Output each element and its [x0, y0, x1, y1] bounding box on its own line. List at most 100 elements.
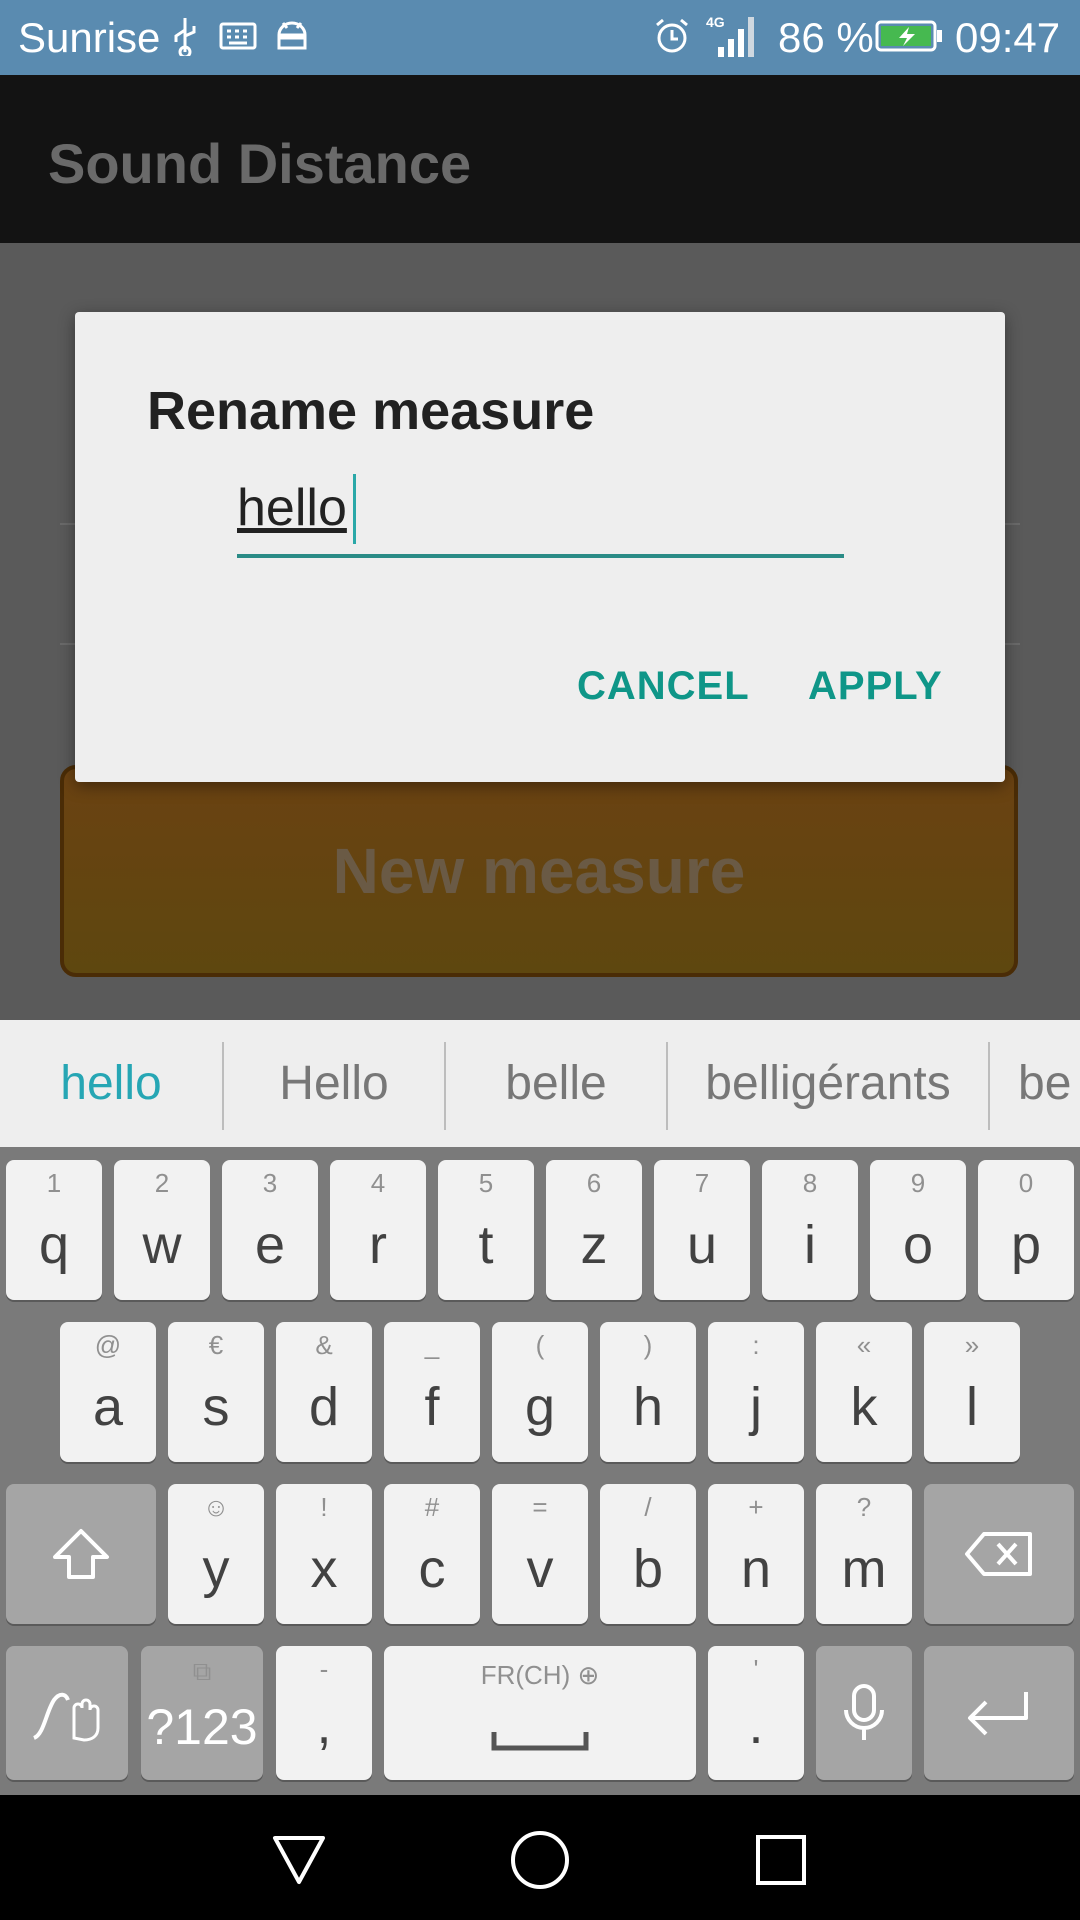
key-label: h	[632, 1377, 664, 1437]
key-hint: 3	[262, 1168, 278, 1198]
key-h[interactable]: ) h	[600, 1322, 696, 1462]
android-icon	[272, 14, 312, 58]
key-c[interactable]: # c	[384, 1484, 480, 1624]
key-w[interactable]: 2w	[114, 1160, 210, 1300]
key-q[interactable]: 1q	[6, 1160, 102, 1300]
app-title: Sound Distance	[48, 132, 472, 195]
battery-charging-icon	[874, 14, 944, 58]
text-cursor	[353, 474, 356, 544]
microphone-icon	[816, 1646, 912, 1780]
key-i[interactable]: 8i	[762, 1160, 858, 1300]
key-d[interactable]: & d	[276, 1322, 372, 1462]
key-e[interactable]: 3e	[222, 1160, 318, 1300]
key-label: p	[1010, 1215, 1042, 1275]
backspace-icon	[924, 1484, 1074, 1624]
symbols-key-label: ?123	[146, 1699, 258, 1755]
backspace-key[interactable]	[924, 1484, 1074, 1624]
key-l[interactable]: » l	[924, 1322, 1020, 1462]
key-s[interactable]: € s	[168, 1322, 264, 1462]
key-hint: 2	[154, 1168, 170, 1198]
key-label: r	[369, 1215, 387, 1275]
key-label: z	[580, 1215, 608, 1275]
new-measure-button[interactable]: New measure	[60, 765, 1018, 977]
key-hint: «	[856, 1330, 872, 1360]
key-label: q	[38, 1215, 70, 1275]
key-b[interactable]: / b	[600, 1484, 696, 1624]
key-hint: =	[532, 1492, 548, 1522]
enter-key[interactable]	[924, 1646, 1074, 1780]
key-hint: ?	[856, 1492, 872, 1522]
battery-percentage: 86 %	[778, 14, 874, 61]
swipe-gesture-key[interactable]	[6, 1646, 128, 1780]
key-hint: +	[748, 1492, 764, 1522]
key-x[interactable]: ! x	[276, 1484, 372, 1624]
clipboard-icon: ⧉	[192, 1656, 212, 1686]
comma-key-label: ,	[316, 1695, 332, 1755]
back-icon[interactable]	[264, 1825, 334, 1895]
key-label: f	[424, 1377, 440, 1437]
key-label: i	[804, 1215, 816, 1275]
suggestion-item[interactable]: be	[990, 1020, 1080, 1147]
key-f[interactable]: _ f	[384, 1322, 480, 1462]
key-label: o	[902, 1215, 934, 1275]
shift-icon	[6, 1484, 156, 1624]
symbols-key[interactable]: ⧉ ?123	[141, 1646, 263, 1780]
key-a[interactable]: @ a	[60, 1322, 156, 1462]
key-u[interactable]: 7u	[654, 1160, 750, 1300]
swipe-hand-icon	[6, 1646, 128, 1780]
key-label: d	[308, 1377, 340, 1437]
rename-dialog: Rename measure hello CANCEL APPLY	[75, 312, 1005, 782]
key-t[interactable]: 5t	[438, 1160, 534, 1300]
key-label: c	[418, 1539, 446, 1599]
signal-icon: 4G	[704, 14, 760, 58]
key-j[interactable]: :j	[708, 1322, 804, 1462]
key-k[interactable]: «k	[816, 1322, 912, 1462]
suggestion-strip: hello Hello belle belligérants be	[0, 1020, 1080, 1147]
soft-keyboard: hello Hello belle belligérants be ⧉ ?123…	[0, 1020, 1080, 1795]
suggestion-item[interactable]: belligérants	[668, 1020, 988, 1147]
cancel-button[interactable]: CANCEL	[577, 664, 750, 709]
key-z[interactable]: 6z	[546, 1160, 642, 1300]
key-p[interactable]: 0p	[978, 1160, 1074, 1300]
key-label: n	[740, 1539, 772, 1599]
key-hint: €	[208, 1330, 224, 1360]
key-n[interactable]: + n	[708, 1484, 804, 1624]
rename-input[interactable]: hello	[237, 462, 844, 558]
clock: 09:47	[955, 14, 1061, 61]
key-v[interactable]: = v	[492, 1484, 588, 1624]
key-o[interactable]: 9o	[870, 1160, 966, 1300]
key-label: m	[841, 1539, 887, 1599]
recents-icon[interactable]	[746, 1825, 816, 1895]
rename-input-value: hello	[237, 479, 347, 537]
key-hint: 9	[910, 1168, 926, 1198]
keyboard-icon	[218, 14, 258, 58]
apply-button[interactable]: APPLY	[808, 664, 943, 709]
network-type: 4G	[706, 14, 725, 30]
status-bar: Sunrise 4G 86 % 09:47	[0, 0, 1080, 75]
key-label: j	[750, 1377, 762, 1437]
key-g[interactable]: (g	[492, 1322, 588, 1462]
key-label: e	[254, 1215, 286, 1275]
space-bar-icon	[384, 1646, 696, 1780]
period-key[interactable]: ' .	[708, 1646, 804, 1780]
key-label: v	[526, 1539, 554, 1599]
space-key[interactable]: FR(CH) ⊕	[384, 1646, 696, 1780]
suggestion-item[interactable]: Hello	[224, 1020, 444, 1147]
comma-key[interactable]: - ,	[276, 1646, 372, 1780]
key-y[interactable]: ☺ y	[168, 1484, 264, 1624]
key-hint: _	[424, 1330, 440, 1360]
microphone-key[interactable]	[816, 1646, 912, 1780]
key-hint: )	[643, 1330, 653, 1360]
usb-icon	[170, 14, 200, 58]
key-label: w	[142, 1215, 182, 1275]
suggestion-item[interactable]: hello	[0, 1020, 222, 1147]
key-r[interactable]: 4r	[330, 1160, 426, 1300]
suggestion-item[interactable]: belle	[446, 1020, 666, 1147]
key-label: y	[202, 1539, 230, 1599]
key-label: t	[478, 1215, 494, 1275]
home-icon[interactable]	[505, 1825, 575, 1895]
key-label: l	[966, 1377, 978, 1437]
shift-key[interactable]	[6, 1484, 156, 1624]
key-label: u	[686, 1215, 718, 1275]
key-m[interactable]: ? m	[816, 1484, 912, 1624]
